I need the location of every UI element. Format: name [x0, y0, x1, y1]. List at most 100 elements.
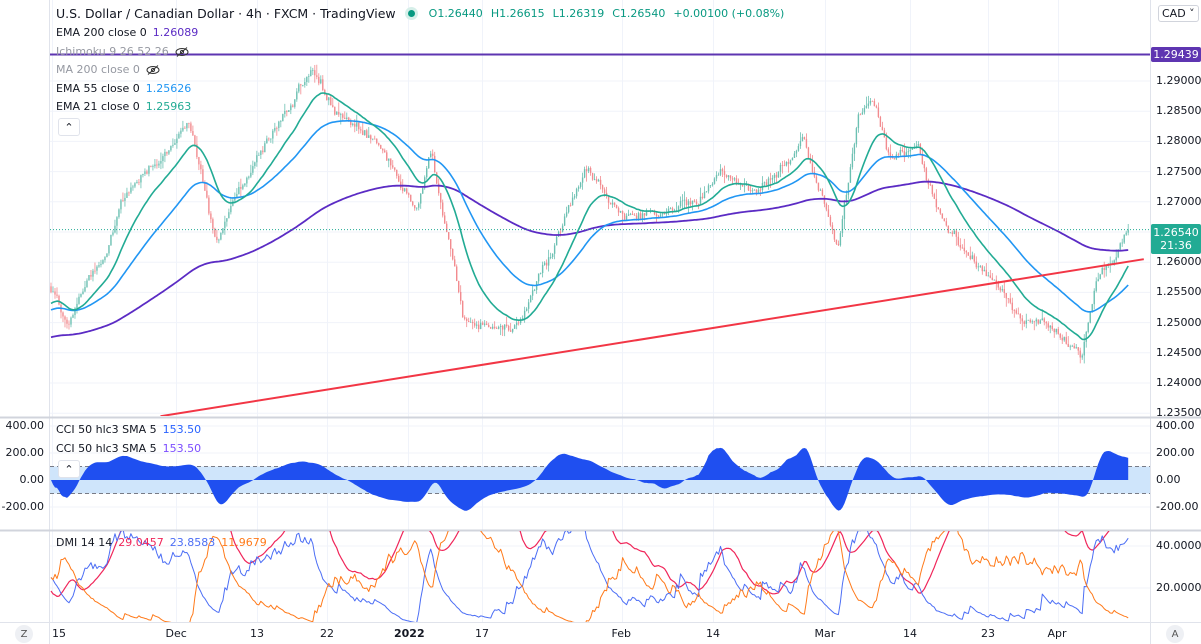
candle	[899, 146, 902, 157]
candle-body	[931, 184, 934, 195]
candle-body	[370, 135, 372, 140]
candle	[837, 240, 840, 247]
candle	[717, 172, 720, 176]
candle	[691, 200, 694, 211]
candle	[591, 172, 594, 181]
candle	[941, 213, 944, 219]
candle	[813, 166, 816, 179]
dmi-tick-label: 40.0000	[1156, 539, 1201, 552]
candle-body	[206, 190, 208, 198]
candle-body	[471, 321, 474, 324]
candle-body	[685, 199, 688, 205]
candle	[206, 182, 208, 199]
legend-label: MA 200 close 0	[56, 63, 140, 76]
candle-body	[254, 162, 256, 167]
legend-ma200[interactable]: MA 200 close 0	[56, 63, 160, 76]
auto-scale-button[interactable]: A	[1166, 625, 1184, 643]
cci-pane[interactable]	[50, 447, 1150, 511]
candle	[248, 175, 250, 180]
candle	[202, 165, 204, 183]
candle-body	[1095, 281, 1097, 291]
candle-body	[446, 223, 448, 233]
candle-body	[797, 145, 800, 151]
candle-body	[945, 221, 948, 226]
legend-cci-1[interactable]: CCI 50 hlc3 SMA 5 153.50	[56, 423, 201, 436]
ohlc-close: C1.26540	[612, 7, 666, 20]
candle-body	[300, 84, 302, 86]
candle	[675, 201, 678, 212]
candle	[316, 64, 318, 80]
candle-body	[350, 121, 352, 125]
candle	[709, 185, 712, 189]
candle-body	[859, 114, 862, 116]
candle	[1097, 272, 1099, 282]
currency-selector[interactable]: CAD ˅	[1158, 5, 1199, 22]
candle	[360, 126, 362, 134]
collapse-cci-legend-button[interactable]: ⌃	[58, 460, 80, 478]
candle-body	[54, 291, 56, 295]
candle-body	[871, 100, 874, 102]
candle	[112, 230, 114, 237]
legend-ema200[interactable]: EMA 200 close 0 1.26089	[56, 26, 198, 39]
symbol-title[interactable]: U.S. Dollar / Canadian Dollar · 4h · FXC…	[56, 6, 396, 21]
timezone-button[interactable]: Z	[15, 625, 33, 643]
candle-body	[452, 249, 454, 260]
candle-body	[957, 236, 960, 246]
candle-body	[1065, 337, 1067, 344]
legend-label: CCI 50 hlc3 SMA 5	[56, 423, 157, 436]
candle-body	[835, 239, 838, 244]
candle-body	[867, 103, 870, 106]
cci-tick-label-left: 0.00	[19, 473, 45, 486]
time-tick-label: 22	[320, 627, 334, 640]
candle-body	[1113, 260, 1115, 263]
eye-hidden-icon[interactable]	[146, 64, 160, 75]
candle-body	[733, 178, 736, 180]
candle	[655, 211, 658, 223]
candle	[497, 325, 500, 330]
candle-body	[981, 266, 984, 272]
candle-body	[905, 152, 908, 156]
candle	[1039, 319, 1041, 324]
candle-body	[148, 165, 150, 174]
candle	[334, 106, 336, 116]
candle-body	[757, 189, 760, 193]
candle-body	[731, 178, 734, 180]
price-pane[interactable]	[50, 53, 1150, 416]
candle	[374, 135, 376, 140]
candle-body	[284, 110, 286, 115]
candle-body	[573, 196, 576, 198]
candle	[450, 239, 452, 257]
candle	[1081, 353, 1083, 360]
candle-body	[639, 213, 642, 220]
candle	[599, 176, 602, 190]
candle	[300, 83, 302, 95]
candle	[426, 166, 428, 180]
candle-body	[422, 188, 424, 194]
candle-body	[903, 151, 906, 156]
candle	[959, 238, 962, 251]
candle	[513, 324, 516, 329]
legend-ema21[interactable]: EMA 21 close 0 1.25963	[56, 100, 191, 113]
legend-ema55[interactable]: EMA 55 close 0 1.25626	[56, 82, 191, 95]
candle-body	[1025, 320, 1027, 324]
candle-body	[759, 189, 762, 191]
candle	[134, 182, 136, 189]
legend-dmi[interactable]: DMI 14 14 29.0457 23.8583 11.9679	[56, 536, 267, 549]
candle-body	[302, 84, 304, 86]
candle-body	[308, 76, 310, 77]
candle-body	[62, 312, 64, 317]
candle	[110, 234, 112, 246]
cci-tick-label-right: -200.00	[1156, 500, 1199, 513]
ema-55-line	[50, 120, 1129, 313]
candle-body	[1031, 321, 1033, 323]
candle-body	[611, 202, 614, 205]
eye-hidden-icon[interactable]	[175, 46, 189, 57]
candle	[695, 199, 698, 206]
legend-cci-2[interactable]: CCI 50 hlc3 SMA 5 153.50	[56, 442, 201, 455]
candle	[479, 319, 482, 330]
candle	[787, 158, 790, 173]
legend-ichimoku[interactable]: Ichimoku 9 26 52 26	[56, 45, 189, 58]
collapse-legend-button[interactable]: ⌃	[58, 118, 80, 136]
candle	[280, 120, 282, 128]
candle-body	[671, 208, 674, 211]
